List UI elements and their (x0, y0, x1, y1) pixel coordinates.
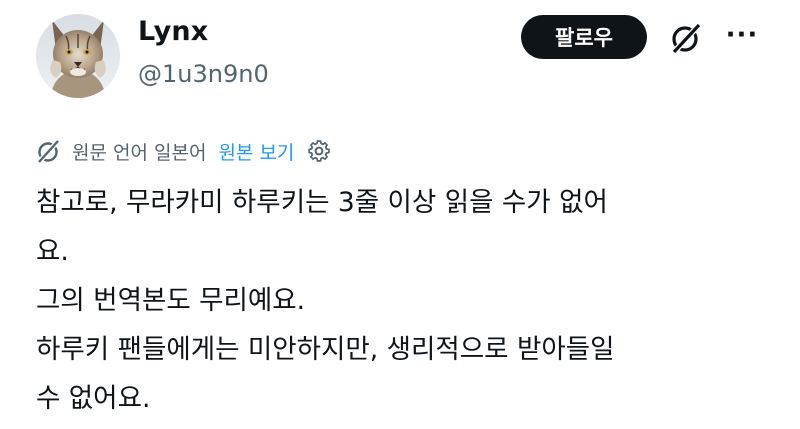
tweet-text: 참고로, 무라카미 하루키는 3줄 이상 읽을 수가 없어 요. 그의 번역본도… (36, 178, 766, 423)
tweet-text-line: 요. (36, 236, 69, 267)
grok-button[interactable] (666, 20, 706, 56)
translation-source-label: 원문 언어 일본어 (72, 141, 207, 164)
translation-bar: 원문 언어 일본어 원본 보기 (36, 136, 332, 166)
grok-translate-icon (36, 138, 62, 164)
follow-button-label: 팔로우 (555, 26, 613, 50)
tweet-text-line: 하루키 팬들에게는 미안하지만, 생리적으로 받아들일 (36, 334, 615, 365)
avatar[interactable] (36, 14, 120, 98)
gear-icon[interactable] (306, 138, 332, 164)
more-options-button[interactable]: ··· (724, 20, 760, 50)
follow-button[interactable]: 팔로우 (521, 15, 647, 59)
more-icon: ··· (725, 20, 759, 50)
tweet-text-line: 참고로, 무라카미 하루키는 3줄 이상 읽을 수가 없어 (36, 187, 608, 218)
user-handle[interactable]: @1u3n9n0 (138, 60, 269, 88)
lynx-avatar-icon (36, 14, 120, 98)
tweet-text-line: 수 없어요. (36, 383, 151, 414)
show-original-link[interactable]: 원본 보기 (218, 138, 294, 165)
display-name[interactable]: Lynx (138, 16, 208, 47)
grok-icon (671, 22, 702, 55)
tweet-text-line: 그의 번역본도 무리예요. (36, 285, 306, 316)
